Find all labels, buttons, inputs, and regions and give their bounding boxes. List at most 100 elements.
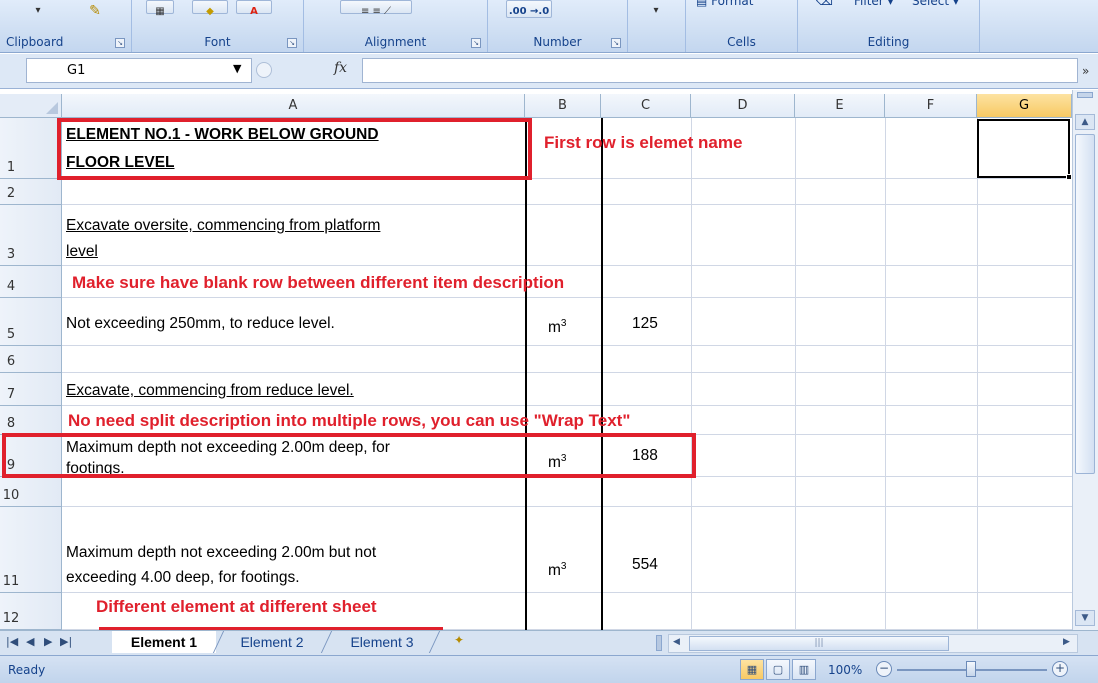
cell-a11-line1[interactable]: Maximum depth not exceeding 2.00m but no… [66,543,376,562]
normal-view-icon[interactable]: ▦ [740,659,764,680]
row-number: 12 [2,611,20,626]
cancel-circle-icon[interactable] [256,62,272,78]
formula-bar: G1 ▼ fx » [0,54,1098,89]
dialog-launcher-icon[interactable]: ↘ [115,38,125,48]
format-button[interactable]: ▤ Format [696,0,753,8]
scroll-thumb-horizontal[interactable]: ||| [689,636,949,651]
row-header[interactable]: 8 [0,406,62,435]
format-label: Format [711,0,754,8]
row-header[interactable]: 12 [0,593,62,630]
column-border-b [525,118,527,630]
cell-b5[interactable]: m3 [548,314,566,337]
unit-text: m [548,562,561,580]
dialog-launcher-icon[interactable]: ↘ [611,38,621,48]
indent-buttons[interactable]: ≡ ≡ ⟋ [340,0,412,17]
column-border-f [885,118,886,630]
zoom-slider-thumb[interactable] [966,661,976,677]
split-box[interactable] [1077,92,1093,98]
column-header-g[interactable]: G [977,94,1072,118]
dialog-launcher-icon[interactable]: ↘ [471,38,481,48]
ribbon-group-label [628,33,685,51]
scroll-thumb[interactable] [1075,134,1095,474]
sheet-tab-element-1[interactable]: Element 1 [112,631,216,653]
row-header[interactable]: 6 [0,346,62,373]
row-header[interactable]: 3 [0,205,62,266]
column-border-e [795,118,796,630]
ribbon-group-label: Clipboard [6,35,64,49]
grid-row [62,179,1072,205]
row-number: 2 [6,186,16,201]
cell-a7[interactable]: Excavate, commencing from reduce level. [66,381,354,400]
row-header[interactable]: 4 [0,266,62,298]
column-header-b[interactable]: B [525,94,601,118]
vertical-scrollbar[interactable]: ▲ ▼ [1072,90,1098,630]
dialog-launcher-icon[interactable]: ↘ [287,38,297,48]
ribbon-group-label: Number [533,35,582,49]
row-header[interactable]: 10 [0,477,62,507]
borders-button[interactable]: ▦ [146,0,174,17]
styles-dropdown-icon[interactable]: ▾ [648,0,664,16]
column-header-d[interactable]: D [691,94,795,118]
ribbon: ▾ ✎ Clipboard ↘ ▦ ◆ A Font ↘ ≡ ≡ ⟋ Align… [0,0,1098,53]
tab-split-handle[interactable] [656,635,662,651]
ribbon-group-font: ▦ ◆ A Font ↘ [132,0,304,52]
cell-b11[interactable]: m3 [548,557,566,580]
first-sheet-icon[interactable]: |◀ [6,635,18,648]
name-box-value: G1 [67,63,86,78]
active-cell-g1[interactable] [977,119,1072,180]
row-header[interactable]: 2 [0,179,62,205]
insert-sheet-icon[interactable]: ✦ [448,633,470,651]
prev-sheet-icon[interactable]: ◀ [26,635,34,648]
font-color-button[interactable]: A [236,0,272,17]
cell-a3-line2[interactable]: level [66,242,98,261]
select-all-corner[interactable] [0,94,62,118]
sheet-tab-element-3[interactable]: Element 3 [332,631,432,653]
cell-c5[interactable]: 125 [632,314,658,333]
expand-formula-bar-icon[interactable]: » [1082,64,1089,78]
next-sheet-icon[interactable]: ▶ [44,635,52,648]
filter-button[interactable]: Filter ▾ [854,0,894,8]
scroll-down-icon[interactable]: ▼ [1075,610,1095,626]
row-header[interactable]: 5 [0,298,62,346]
column-header-f[interactable]: F [885,94,977,118]
zoom-level[interactable]: 100% [828,663,862,677]
column-border-g [977,118,978,630]
cell-c11[interactable]: 554 [632,555,658,574]
ribbon-group-clipboard: ▾ ✎ Clipboard ↘ [0,0,132,52]
page-layout-view-icon[interactable]: ▢ [766,659,790,680]
grid-row [62,477,1072,507]
paste-dropdown-icon[interactable]: ▾ [30,0,46,16]
clear-icon[interactable]: ⌫ [816,0,833,8]
sheet-tab-element-2[interactable]: Element 2 [222,631,322,653]
chevron-down-icon[interactable]: ▼ [233,62,241,75]
cell-a3-line1[interactable]: Excavate oversite, commencing from platf… [66,216,380,235]
last-sheet-icon[interactable]: ▶| [60,635,72,648]
cell-a11-line2[interactable]: exceeding 4.00 deep, for footings. [66,568,300,587]
format-painter-icon[interactable]: ✎ [82,0,108,19]
fill-color-button[interactable]: ◆ [192,0,228,17]
page-break-preview-icon[interactable]: ▥ [792,659,816,680]
ribbon-group-editing: ⌫ Filter ▾ Select ▾ Editing [798,0,980,52]
excel-window: ▾ ✎ Clipboard ↘ ▦ ◆ A Font ↘ ≡ ≡ ⟋ Align… [0,0,1098,683]
row-number: 6 [6,354,16,369]
row-header[interactable]: 1 [0,118,62,179]
row-header[interactable]: 11 [0,507,62,593]
column-header-a[interactable]: A [62,94,525,118]
name-box[interactable]: G1 ▼ [26,58,252,83]
cell-a5[interactable]: Not exceeding 250mm, to reduce level. [66,314,335,333]
select-button[interactable]: Select ▾ [912,0,959,8]
grid-row [62,346,1072,373]
scroll-up-icon[interactable]: ▲ [1075,114,1095,130]
column-header-c[interactable]: C [601,94,691,118]
column-header-e[interactable]: E [795,94,885,118]
scroll-right-icon[interactable]: ▶ [1063,637,1070,647]
zoom-in-icon[interactable]: + [1052,661,1068,677]
zoom-out-icon[interactable]: − [876,661,892,677]
decimal-buttons[interactable]: .00 →.0 [506,0,552,18]
ribbon-group-label: Editing [867,35,910,49]
horizontal-scrollbar[interactable]: ◀ ||| ▶ [668,634,1078,653]
row-header[interactable]: 7 [0,373,62,406]
insert-function-button[interactable]: fx [334,60,347,76]
formula-input[interactable] [362,58,1078,83]
scroll-left-icon[interactable]: ◀ [673,637,680,647]
